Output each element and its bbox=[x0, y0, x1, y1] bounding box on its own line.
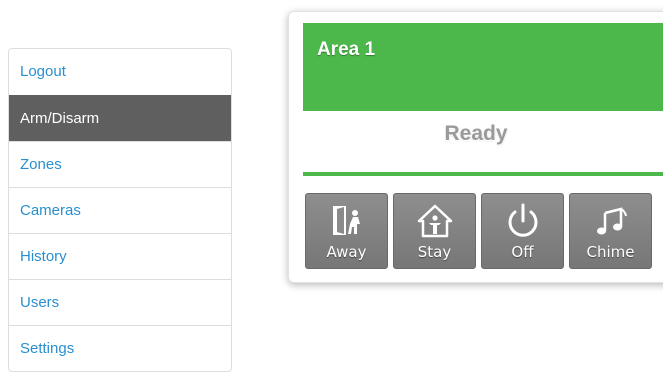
sidebar-item-logout[interactable]: Logout bbox=[9, 49, 231, 95]
away-door-person-icon bbox=[332, 206, 360, 235]
area-status-bar bbox=[303, 172, 663, 176]
away-button[interactable]: Away bbox=[305, 193, 388, 269]
area-panel: Area 1 Ready Away Stay Off Chime bbox=[288, 11, 663, 283]
sidebar-item-settings[interactable]: Settings bbox=[9, 325, 231, 371]
power-icon bbox=[508, 203, 537, 237]
area-header: Area 1 bbox=[303, 23, 663, 111]
sidebar-item-users[interactable]: Users bbox=[9, 279, 231, 325]
area-status-text: Ready bbox=[444, 122, 508, 145]
stay-house-person-icon bbox=[417, 204, 452, 238]
stay-button[interactable]: Stay bbox=[393, 193, 476, 269]
sidebar-item-zones[interactable]: Zones bbox=[9, 141, 231, 187]
chime-button-label: Chime bbox=[586, 243, 635, 261]
stay-button-label: Stay bbox=[417, 243, 452, 261]
off-button-label: Off bbox=[511, 243, 534, 261]
music-notes-icon bbox=[596, 207, 627, 235]
sidebar-item-history[interactable]: History bbox=[9, 233, 231, 279]
chime-button[interactable]: Chime bbox=[569, 193, 652, 269]
away-button-label: Away bbox=[326, 243, 367, 261]
sidebar-nav: Logout Arm/Disarm Zones Cameras History … bbox=[8, 48, 232, 372]
sidebar-item-cameras[interactable]: Cameras bbox=[9, 187, 231, 233]
area-title: Area 1 bbox=[317, 39, 376, 60]
sidebar-item-arm-disarm[interactable]: Arm/Disarm bbox=[9, 95, 231, 141]
off-button[interactable]: Off bbox=[481, 193, 564, 269]
